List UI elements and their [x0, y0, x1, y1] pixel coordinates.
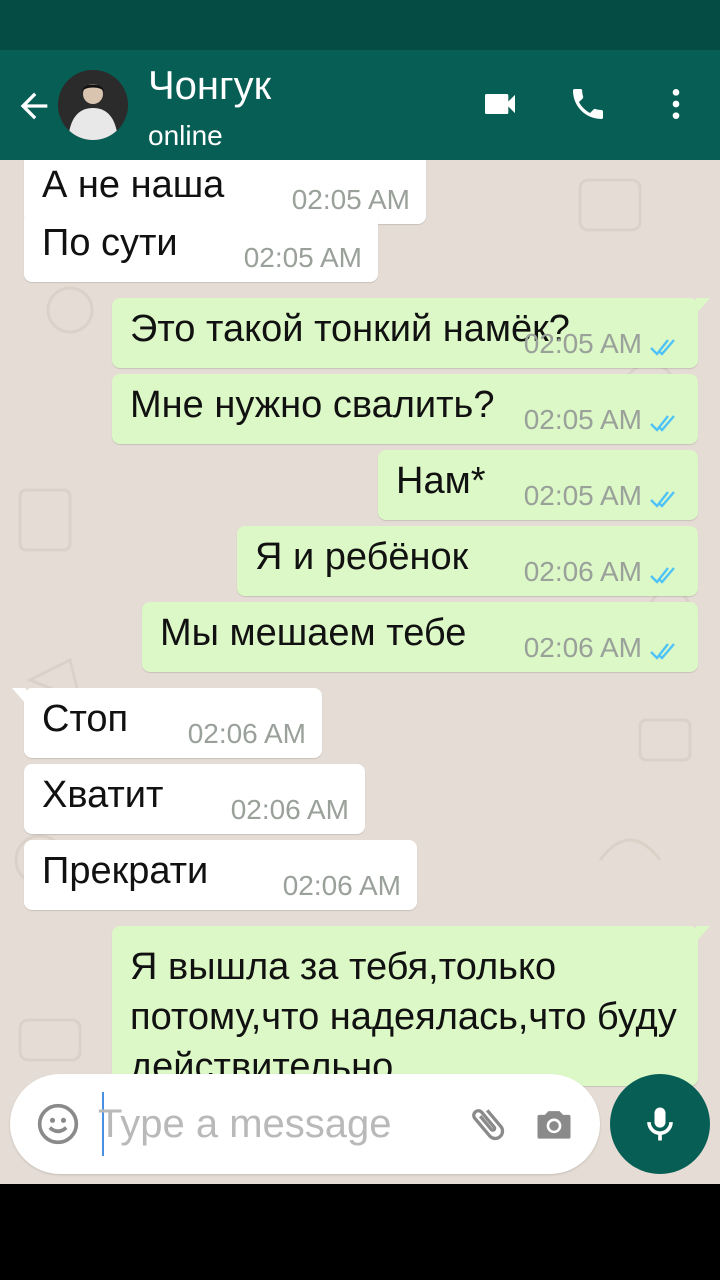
- message-timestamp: 02:05 AM: [523, 480, 642, 511]
- double-check-icon: [650, 491, 675, 508]
- message-text: Стоп: [42, 698, 129, 740]
- double-check-icon: [650, 415, 675, 432]
- video-call-icon[interactable]: [480, 84, 520, 124]
- chat-header: Чонгук online: [0, 50, 720, 160]
- mic-button[interactable]: [610, 1074, 710, 1174]
- emoji-icon[interactable]: [36, 1102, 80, 1146]
- message-timestamp: 02:06 AM: [523, 632, 642, 663]
- double-check-icon: [650, 643, 675, 660]
- incoming-message[interactable]: По сути 02:05 AM: [24, 212, 378, 282]
- message-text: Это такой тонкий намёк?: [130, 308, 570, 350]
- message-text: Нам*: [396, 460, 486, 502]
- outgoing-message[interactable]: Это такой тонкий намёк? 02:05 AM: [112, 298, 710, 368]
- bubble-tail: [696, 926, 710, 942]
- message-timestamp: 02:06 AM: [523, 556, 642, 587]
- avatar[interactable]: [58, 70, 128, 140]
- outgoing-message[interactable]: Мне нужно свалить? 02:05 AM: [112, 374, 698, 444]
- outgoing-message[interactable]: Я и ребёнок 02:06 AM: [237, 526, 698, 596]
- phone-icon[interactable]: [568, 84, 608, 124]
- message-timestamp: 02:06 AM: [282, 870, 401, 901]
- message-text: Мне нужно свалить?: [130, 384, 495, 426]
- message-timestamp: 02:06 AM: [187, 718, 306, 749]
- navigation-bar-area: [0, 1184, 720, 1280]
- message-text: По сути: [42, 222, 178, 264]
- outgoing-message[interactable]: Нам* 02:05 AM: [378, 450, 698, 520]
- incoming-message[interactable]: Прекрати 02:06 AM: [24, 840, 417, 910]
- message-input[interactable]: Type a message: [98, 1102, 392, 1147]
- message-timestamp: 02:05 AM: [523, 404, 642, 435]
- message-text: Я и ребёнок: [255, 536, 469, 578]
- camera-icon[interactable]: [532, 1102, 576, 1146]
- message-timestamp: 02:05 AM: [523, 328, 642, 359]
- chat-area[interactable]: А не наша 02:05 AM По сути 02:05 AM Это тако…: [0, 160, 720, 1184]
- double-check-icon: [650, 339, 675, 356]
- message-text: Мы мешаем тебе: [160, 612, 467, 654]
- arrow-back-icon[interactable]: [14, 86, 54, 126]
- incoming-message[interactable]: Хватит 02:06 AM: [24, 764, 365, 834]
- bubble-tail: [696, 298, 710, 314]
- outgoing-message[interactable]: Я вышла за тебя,только потому,что надеял…: [112, 926, 710, 1088]
- paperclip-icon[interactable]: [466, 1102, 510, 1146]
- message-text: Я вышла за тебя,только потому,что надеял…: [130, 946, 677, 1088]
- mic-icon: [647, 1107, 673, 1141]
- status-bar: [0, 0, 720, 50]
- outgoing-message[interactable]: Мы мешаем тебе 02:06 AM: [142, 602, 698, 672]
- message-composer: Type a message: [10, 1074, 600, 1174]
- contact-status: online: [148, 120, 223, 151]
- double-check-icon: [650, 567, 675, 584]
- message-text: Прекрати: [42, 850, 209, 892]
- incoming-message[interactable]: Стоп 02:06 AM: [12, 688, 322, 758]
- message-text: Хватит: [42, 774, 164, 816]
- message-text: А не наша: [42, 164, 225, 206]
- bubble-tail: [12, 688, 26, 704]
- contact-name[interactable]: Чонгук: [148, 64, 271, 109]
- more-vert-icon[interactable]: [656, 84, 696, 124]
- message-timestamp: 02:05 AM: [243, 242, 362, 273]
- message-timestamp: 02:06 AM: [230, 794, 349, 825]
